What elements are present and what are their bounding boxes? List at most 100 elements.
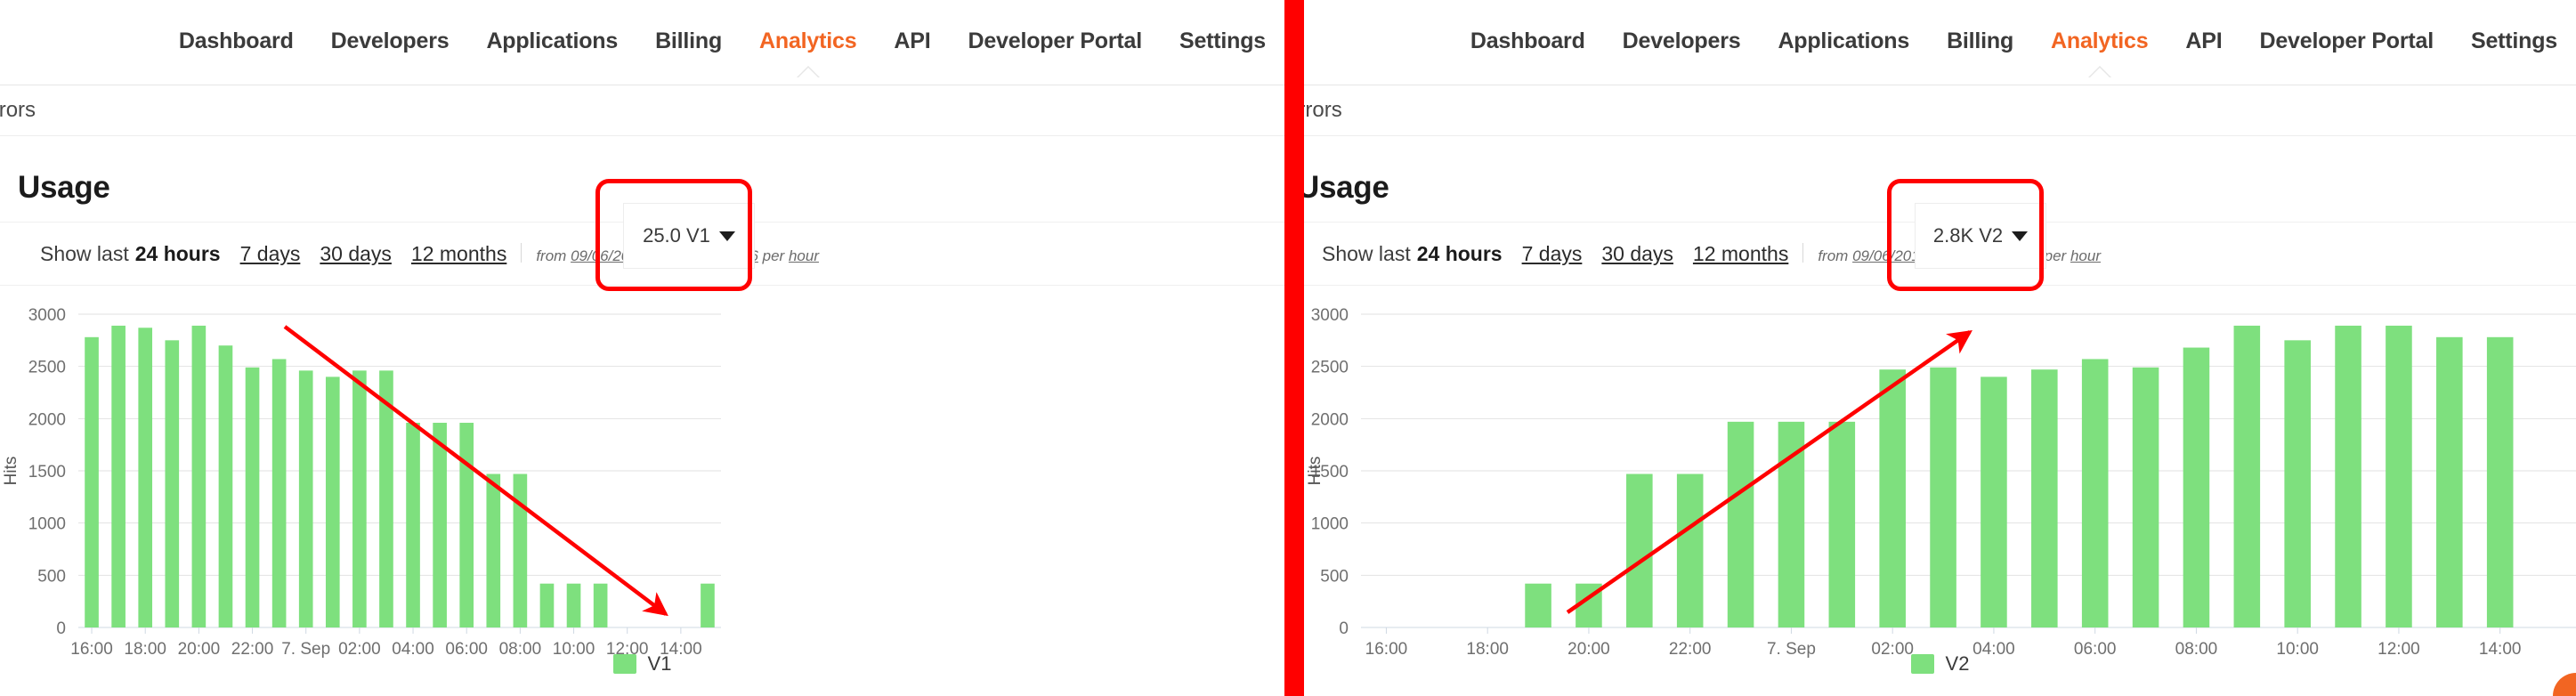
chevron-down-icon-right <box>2012 231 2028 241</box>
y-axis-tick-label: 1000 <box>28 515 66 534</box>
bar[interactable] <box>111 326 126 627</box>
annotation-trend-arrow <box>1567 332 1970 612</box>
nav-link-api[interactable]: API <box>2167 28 2240 54</box>
bar[interactable] <box>2082 359 2109 627</box>
bar[interactable] <box>2183 348 2210 627</box>
bar[interactable] <box>1778 422 1805 627</box>
metric-dropdown-right[interactable]: 2.8K V2 <box>1915 203 2046 269</box>
y-axis-tick-label: 1500 <box>28 463 66 482</box>
range-current-right[interactable]: 24 hours <box>1417 242 1503 266</box>
panel-v2: DashboardDevelopersApplicationsBillingAn… <box>1304 0 2576 696</box>
sub-header-bar: tion errors <box>0 85 1284 136</box>
bar[interactable] <box>2335 326 2361 627</box>
nav-link-developers[interactable]: Developers <box>1604 28 1760 54</box>
bar-chart-v2: 050010001500200025003000Hits16:0018:0020… <box>1304 298 2576 681</box>
page-title-right: Usage <box>1304 170 2576 206</box>
nav-link-analytics[interactable]: Analytics <box>2032 28 2167 54</box>
bar[interactable] <box>138 328 152 627</box>
y-axis-title: Hits <box>1306 457 1324 486</box>
nav-link-billing[interactable]: Billing <box>1928 28 2032 54</box>
y-axis-tick-label: 3000 <box>28 306 66 325</box>
bar[interactable] <box>272 359 287 627</box>
bar[interactable] <box>1879 369 1906 627</box>
y-axis-tick-label: 2500 <box>1311 359 1349 377</box>
metric-dropdown-value: 25.0 V1 <box>643 224 710 247</box>
nav-link-developer-portal[interactable]: Developer Portal <box>949 28 1160 54</box>
bar[interactable] <box>219 345 233 627</box>
bar[interactable] <box>433 423 447 627</box>
bar[interactable] <box>299 370 313 627</box>
bar-chart-v1: 050010001500200025003000Hits16:0018:0020… <box>0 298 1284 681</box>
from-label: from <box>536 247 566 264</box>
nav-link-developer-portal[interactable]: Developer Portal <box>2240 28 2451 54</box>
metric-dropdown[interactable]: 25.0 V1 <box>623 203 755 269</box>
bar[interactable] <box>2133 368 2159 627</box>
bar[interactable] <box>1525 584 1551 627</box>
y-axis-tick-label: 0 <box>56 619 66 638</box>
nav-link-billing[interactable]: Billing <box>636 28 741 54</box>
bar[interactable] <box>540 584 555 627</box>
panel-divider <box>1284 0 1304 696</box>
bar[interactable] <box>1626 474 1653 627</box>
sub-header-text-right: n errors <box>1304 98 1342 123</box>
bar[interactable] <box>2031 369 2058 627</box>
from-label-right: from <box>1818 247 1848 264</box>
bar[interactable] <box>701 584 715 627</box>
y-axis-tick-label: 500 <box>1320 567 1349 586</box>
per-label: per <box>763 247 785 264</box>
bar[interactable] <box>1728 422 1754 627</box>
metric-dropdown-value-right: 2.8K V2 <box>1933 224 2003 247</box>
usage-section: Usage Show last 24 hours 7 days 30 days … <box>0 136 1284 681</box>
nav-link-applications[interactable]: Applications <box>467 28 636 54</box>
bar[interactable] <box>2436 337 2463 627</box>
range-option-12-months-right[interactable]: 12 months <box>1693 242 1788 266</box>
range-option-30-days[interactable]: 30 days <box>320 242 392 266</box>
screenshot-root: DashboardDevelopersApplicationsBillingAn… <box>0 0 2576 696</box>
nav-link-dashboard[interactable]: Dashboard <box>160 28 312 54</box>
bar[interactable] <box>2386 326 2412 627</box>
nav-link-dashboard[interactable]: Dashboard <box>1452 28 1604 54</box>
show-last-label: Show last <box>40 242 129 266</box>
nav-link-settings[interactable]: Settings <box>1161 28 1284 54</box>
per-value[interactable]: hour <box>789 247 819 264</box>
bar[interactable] <box>1930 368 1956 627</box>
y-axis-tick-label: 2500 <box>28 359 66 377</box>
nav-link-settings[interactable]: Settings <box>2452 28 2576 54</box>
y-axis-tick-label: 1000 <box>1311 515 1349 534</box>
bar[interactable] <box>567 584 581 627</box>
bar[interactable] <box>486 474 500 627</box>
bar[interactable] <box>459 423 474 627</box>
range-option-30-days-right[interactable]: 30 days <box>1601 242 1673 266</box>
usage-chart-left: 050010001500200025003000Hits16:0018:0020… <box>0 298 1284 681</box>
bar[interactable] <box>352 370 367 627</box>
metric-dropdown-wrapper: 25.0 V1 <box>623 203 755 269</box>
bar[interactable] <box>2284 340 2311 627</box>
bar[interactable] <box>326 376 340 627</box>
bar[interactable] <box>85 337 99 627</box>
nav-link-applications[interactable]: Applications <box>1759 28 1928 54</box>
bar[interactable] <box>406 423 420 627</box>
range-option-7-days-right[interactable]: 7 days <box>1522 242 1583 266</box>
bar[interactable] <box>594 584 608 627</box>
bar[interactable] <box>1829 422 1856 627</box>
bar[interactable] <box>165 340 179 627</box>
y-axis-tick-label: 500 <box>37 567 66 586</box>
nav-link-analytics[interactable]: Analytics <box>741 28 875 54</box>
bar[interactable] <box>514 474 528 627</box>
bar[interactable] <box>2234 326 2261 627</box>
range-current[interactable]: 24 hours <box>135 242 221 266</box>
bar[interactable] <box>192 326 207 627</box>
nav-items-left: DashboardDevelopersApplicationsBillingAn… <box>160 28 1284 56</box>
legend-swatch-v1 <box>613 654 636 674</box>
bar[interactable] <box>246 368 260 627</box>
bar[interactable] <box>1981 376 2007 627</box>
nav-items-right: DashboardDevelopersApplicationsBillingAn… <box>1452 28 2576 56</box>
per-value-right[interactable]: hour <box>2070 247 2101 264</box>
bar[interactable] <box>1677 474 1704 627</box>
sub-header-bar-right: n errors <box>1304 85 2576 136</box>
range-option-12-months[interactable]: 12 months <box>411 242 506 266</box>
bar[interactable] <box>2487 337 2514 627</box>
nav-link-api[interactable]: API <box>875 28 949 54</box>
range-option-7-days[interactable]: 7 days <box>240 242 301 266</box>
nav-link-developers[interactable]: Developers <box>312 28 468 54</box>
